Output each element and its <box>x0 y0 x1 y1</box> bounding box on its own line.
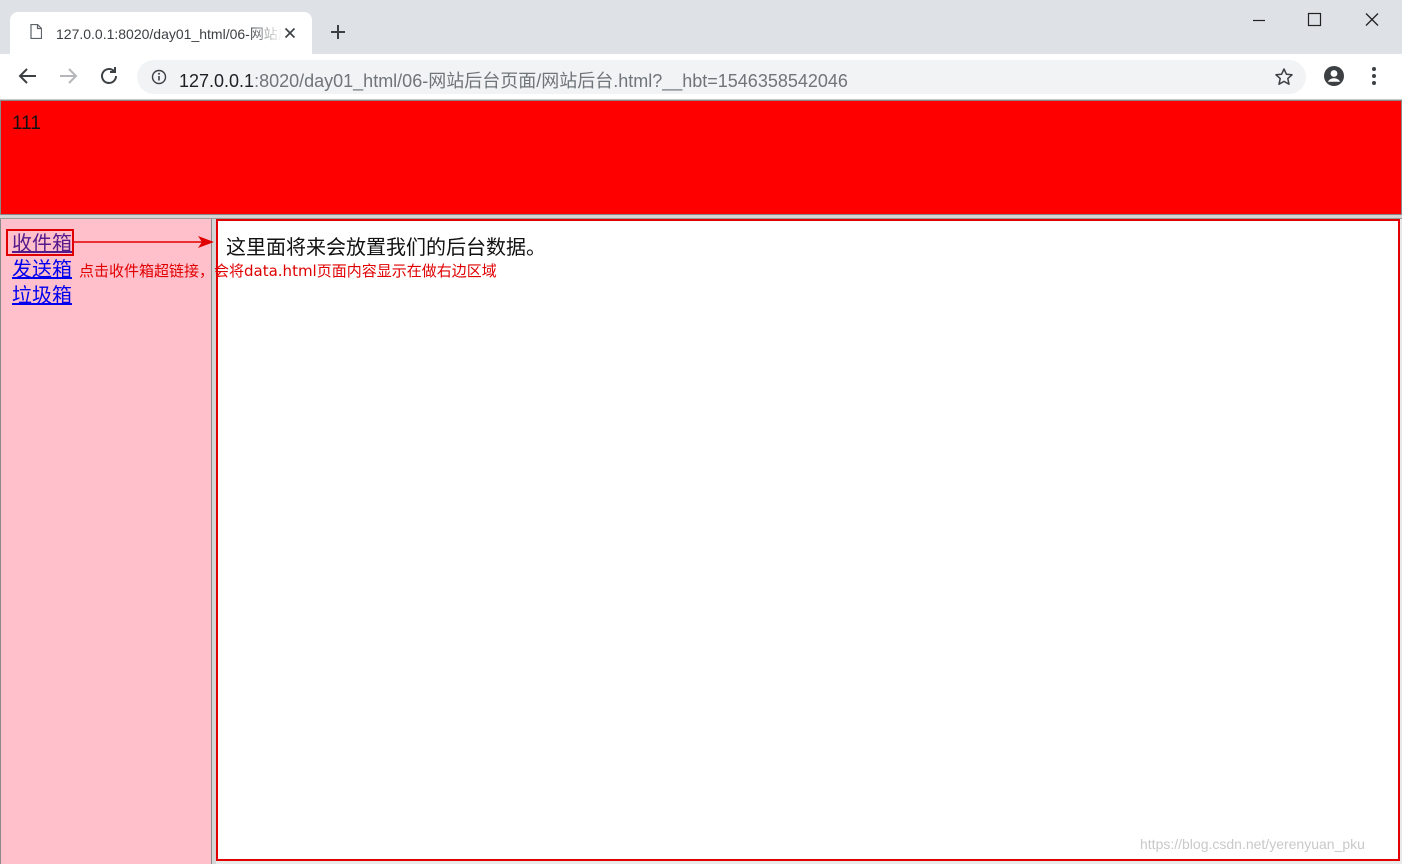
watermark: https://blog.csdn.net/yerenyuan_pku <box>1140 836 1365 852</box>
annotation-note: 点击收件箱超链接，会将data.html页面内容显示在做右边区域 <box>79 262 497 280</box>
annotation-arrow-icon <box>74 236 214 248</box>
page-viewport: 111 收件箱 发送箱 垃圾箱 这里面将来会放置我们的后台数据。 <box>0 100 1402 864</box>
reload-icon[interactable] <box>97 64 121 88</box>
annotation-highlight-box <box>6 229 74 256</box>
forward-arrow-icon[interactable] <box>56 64 80 88</box>
right-frame: 这里面将来会放置我们的后台数据。 <box>216 219 1400 861</box>
window-close-icon[interactable] <box>1358 6 1386 34</box>
top-frame-text: 111 <box>12 113 41 134</box>
left-frame: 收件箱 发送箱 垃圾箱 <box>0 219 212 864</box>
browser-tab[interactable]: 127.0.0.1:8020/day01_html/06-网站后台页面/网站后台… <box>10 12 312 54</box>
url-path: :8020/day01_html/06-网站后台页面/网站后台.html?__h… <box>254 71 848 91</box>
bookmark-star-icon[interactable] <box>1274 67 1294 87</box>
trash-link[interactable]: 垃圾箱 <box>12 283 72 307</box>
maximize-icon[interactable] <box>1300 6 1328 34</box>
right-frame-text: 这里面将来会放置我们的后台数据。 <box>226 235 546 259</box>
url-host: 127.0.0.1 <box>179 71 255 91</box>
close-icon[interactable] <box>282 25 298 41</box>
minimize-icon[interactable] <box>1245 6 1273 34</box>
tab-strip: 127.0.0.1:8020/day01_html/06-网站后台页面/网站后台… <box>0 0 1402 54</box>
tab-title: 127.0.0.1:8020/day01_html/06-网站后台页面/网站后台… <box>56 26 282 42</box>
back-arrow-icon[interactable] <box>16 64 40 88</box>
info-icon[interactable] <box>151 69 167 85</box>
browser-toolbar: 127.0.0.1:8020/day01_html/06-网站后台页面/网站后台… <box>0 54 1402 100</box>
url-text[interactable]: 127.0.0.1:8020/day01_html/06-网站后台页面/网站后台… <box>179 67 848 93</box>
address-bar[interactable]: 127.0.0.1:8020/day01_html/06-网站后台页面/网站后台… <box>137 60 1306 94</box>
top-frame: 111 <box>0 100 1402 215</box>
document-icon <box>30 24 42 39</box>
menu-dots-icon[interactable] <box>1365 64 1383 88</box>
plus-icon[interactable] <box>326 20 350 44</box>
sent-link[interactable]: 发送箱 <box>12 257 72 281</box>
profile-icon[interactable] <box>1322 64 1346 88</box>
